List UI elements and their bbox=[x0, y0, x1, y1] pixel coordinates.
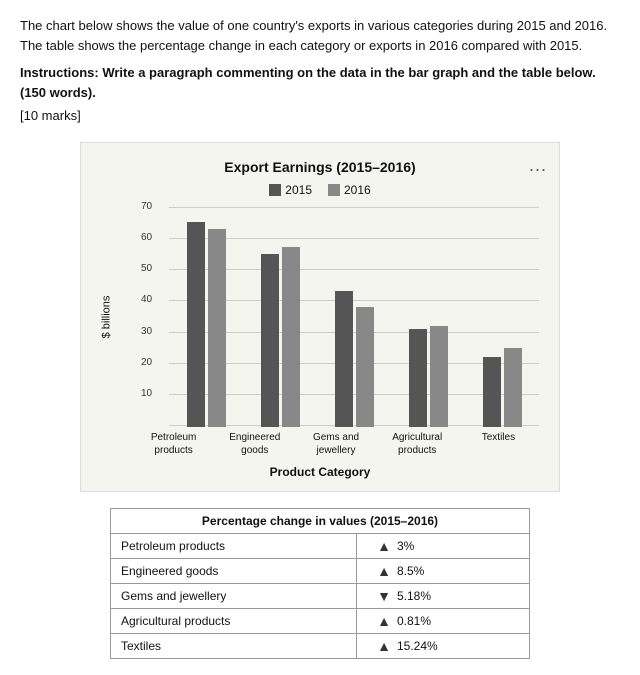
bars-wrapper bbox=[169, 207, 539, 427]
instructions-text: Instructions: Write a paragraph commenti… bbox=[20, 63, 620, 102]
marks-text: [10 marks] bbox=[20, 106, 620, 126]
table-pct-2: 5.18% bbox=[397, 589, 431, 603]
table-pct-1: 8.5% bbox=[397, 564, 424, 578]
x-label-2: Gems andjewellery bbox=[295, 431, 376, 457]
table-pct-3: 0.81% bbox=[397, 614, 431, 628]
table-cell-value-2: ▼ 5.18% bbox=[357, 583, 530, 608]
bar-2016-4 bbox=[504, 348, 522, 427]
y-axis-label: $ billions bbox=[100, 295, 112, 338]
table-row-0: Petroleum products ▲ 3% bbox=[111, 533, 530, 558]
chart-area: 70 60 50 40 30 20 10 bbox=[169, 207, 539, 427]
table-cell-category-2: Gems and jewellery bbox=[111, 583, 357, 608]
table-row-2: Gems and jewellery ▼ 5.18% bbox=[111, 583, 530, 608]
table-row-3: Agricultural products ▲ 0.81% bbox=[111, 608, 530, 633]
bar-2015-3 bbox=[409, 329, 427, 426]
x-label-1: Engineeredgoods bbox=[214, 431, 295, 457]
legend-2015: 2015 bbox=[269, 183, 312, 197]
bar-2015-2 bbox=[335, 291, 353, 426]
grid-label-20: 20 bbox=[141, 357, 152, 368]
table-arrow-2: ▼ bbox=[377, 588, 391, 604]
table-cell-value-4: ▲ 15.24% bbox=[357, 633, 530, 658]
bar-2016-1 bbox=[282, 247, 300, 426]
table-cell-value-3: ▲ 0.81% bbox=[357, 608, 530, 633]
grid-label-70: 70 bbox=[141, 201, 152, 212]
table-section: Percentage change in values (2015–2016) … bbox=[110, 508, 530, 659]
table-pct-0: 3% bbox=[397, 539, 414, 553]
bar-2015-4 bbox=[483, 357, 501, 426]
bar-group-1 bbox=[243, 247, 317, 426]
x-label-4: Textiles bbox=[458, 431, 539, 457]
table-cell-category-3: Agricultural products bbox=[111, 608, 357, 633]
product-category-label: Product Category bbox=[97, 465, 543, 479]
table-arrow-1: ▲ bbox=[377, 563, 391, 579]
bar-group-3 bbox=[391, 326, 465, 427]
legend-2016: 2016 bbox=[328, 183, 371, 197]
chart-title: Export Earnings (2015–2016) bbox=[97, 159, 543, 175]
table-pct-4: 15.24% bbox=[397, 639, 438, 653]
bar-2015-1 bbox=[261, 254, 279, 427]
legend-2015-box bbox=[269, 184, 281, 196]
table-arrow-4: ▲ bbox=[377, 638, 391, 654]
bar-2016-3 bbox=[430, 326, 448, 427]
bar-group-4 bbox=[465, 348, 539, 427]
data-table: Percentage change in values (2015–2016) … bbox=[110, 508, 530, 659]
grid-label-50: 50 bbox=[141, 263, 152, 274]
chart-container: ... Export Earnings (2015–2016) 2015 201… bbox=[80, 142, 560, 492]
grid-label-30: 30 bbox=[141, 326, 152, 337]
x-label-0: Petroleumproducts bbox=[133, 431, 214, 457]
bar-group-0 bbox=[169, 222, 243, 426]
x-labels: PetroleumproductsEngineeredgoodsGems and… bbox=[133, 427, 539, 457]
grid-label-60: 60 bbox=[141, 232, 152, 243]
table-header: Percentage change in values (2015–2016) bbox=[111, 508, 530, 533]
table-cell-category-0: Petroleum products bbox=[111, 533, 357, 558]
table-arrow-0: ▲ bbox=[377, 538, 391, 554]
legend-2016-box bbox=[328, 184, 340, 196]
grid-label-40: 40 bbox=[141, 294, 152, 305]
table-cell-value-0: ▲ 3% bbox=[357, 533, 530, 558]
table-row-1: Engineered goods ▲ 8.5% bbox=[111, 558, 530, 583]
three-dots[interactable]: ... bbox=[529, 155, 547, 176]
x-label-3: Agriculturalproducts bbox=[377, 431, 458, 457]
intro-text: The chart below shows the value of one c… bbox=[20, 16, 620, 55]
table-cell-category-4: Textiles bbox=[111, 633, 357, 658]
bar-2015-0 bbox=[187, 222, 205, 426]
table-cell-value-1: ▲ 8.5% bbox=[357, 558, 530, 583]
legend-2015-label: 2015 bbox=[285, 183, 312, 197]
bar-group-2 bbox=[317, 291, 391, 426]
table-row-4: Textiles ▲ 15.24% bbox=[111, 633, 530, 658]
chart-legend: 2015 2016 bbox=[97, 183, 543, 197]
grid-label-10: 10 bbox=[141, 388, 152, 399]
table-cell-category-1: Engineered goods bbox=[111, 558, 357, 583]
bar-2016-2 bbox=[356, 307, 374, 426]
bar-2016-0 bbox=[208, 229, 226, 427]
table-arrow-3: ▲ bbox=[377, 613, 391, 629]
legend-2016-label: 2016 bbox=[344, 183, 371, 197]
